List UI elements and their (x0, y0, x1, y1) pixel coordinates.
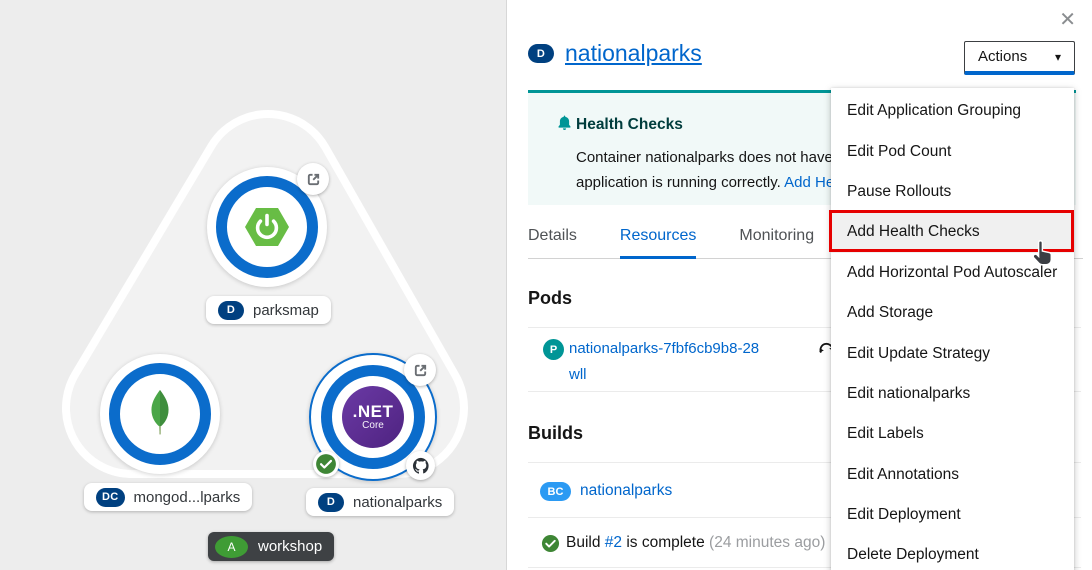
pod-badge: P (543, 339, 564, 360)
build-config-link[interactable]: nationalparks (580, 482, 672, 500)
success-check-icon (541, 534, 560, 553)
tab-details[interactable]: Details (528, 219, 577, 258)
caret-down-icon: ▾ (1055, 50, 1061, 64)
node-name: parksmap (253, 302, 319, 319)
node-name: nationalparks (353, 494, 442, 511)
pod-link[interactable]: nationalparks-7fbf6cb9b8-28wll (569, 336, 761, 388)
build-status-suffix: is complete (622, 534, 709, 551)
deployment-badge: D (318, 493, 344, 512)
pods-heading: Pods (528, 288, 572, 309)
success-check-icon (315, 453, 337, 475)
deployment-badge: D (528, 44, 554, 63)
resource-side-panel: ✕ D nationalparks Actions ▾ Health Check… (506, 0, 1092, 570)
tab-resources[interactable]: Resources (620, 219, 696, 259)
node-label-nationalparks[interactable]: D nationalparks (306, 488, 454, 516)
build-status-text: Build #2 is complete (24 minutes ago) (566, 534, 825, 552)
close-panel-button[interactable]: ✕ (1059, 7, 1076, 32)
build-config-badge: BC (540, 482, 571, 501)
node-mongodb[interactable] (100, 354, 220, 474)
alert-desc-line1: Container nationalparks does not have h (576, 149, 845, 166)
menu-item-edit-labels[interactable]: Edit Labels (831, 414, 1074, 454)
topology-screen: D parksmap DC mongod...lparks .NET (0, 0, 1092, 570)
resource-title-link[interactable]: nationalparks (565, 40, 702, 67)
node-nationalparks[interactable]: .NET Core (309, 353, 437, 481)
deployment-badge: D (218, 301, 244, 320)
deployment-config-badge: DC (96, 488, 125, 507)
node-label-mongodb[interactable]: DC mongod...lparks (84, 483, 252, 511)
builds-heading: Builds (528, 423, 583, 444)
menu-item-edit-nationalparks[interactable]: Edit nationalparks (831, 374, 1074, 414)
spring-boot-icon (243, 203, 291, 251)
menu-item-edit-pod-count[interactable]: Edit Pod Count (831, 131, 1074, 171)
actions-dropdown-button[interactable]: Actions ▾ (964, 41, 1075, 75)
menu-item-add-storage[interactable]: Add Storage (831, 293, 1074, 333)
build-success-decorator[interactable] (313, 451, 339, 477)
alert-desc-line2: application is running correctly. (576, 174, 784, 191)
menu-item-delete-deployment[interactable]: Delete Deployment (831, 535, 1074, 570)
panel-header: D nationalparks (528, 40, 702, 67)
build-status-prefix: Build (566, 534, 605, 551)
github-icon (412, 457, 430, 475)
alert-description: Container nationalparks does not have h … (576, 145, 845, 195)
node-name: mongod...lparks (134, 489, 241, 506)
cursor-hand-icon (1030, 239, 1058, 267)
bell-icon (555, 114, 574, 133)
actions-label: Actions (978, 48, 1027, 65)
node-parksmap[interactable] (207, 167, 327, 287)
actions-dropdown-menu: Edit Application Grouping Edit Pod Count… (831, 88, 1074, 570)
external-link-icon (306, 172, 321, 187)
menu-item-edit-annotations[interactable]: Edit Annotations (831, 455, 1074, 495)
application-name: workshop (258, 538, 322, 555)
application-badge: A (215, 536, 248, 558)
menu-item-edit-update-strategy[interactable]: Edit Update Strategy (831, 333, 1074, 373)
node-ring (109, 363, 211, 465)
external-link-icon (413, 363, 428, 378)
build-timestamp: (24 minutes ago) (709, 534, 825, 551)
mongodb-icon (137, 388, 183, 440)
menu-item-pause-rollouts[interactable]: Pause Rollouts (831, 172, 1074, 212)
open-url-decorator[interactable] (404, 354, 436, 386)
close-icon: ✕ (1059, 9, 1076, 31)
build-number-link[interactable]: #2 (605, 534, 622, 551)
open-url-decorator[interactable] (297, 163, 329, 195)
menu-item-edit-application-grouping[interactable]: Edit Application Grouping (831, 91, 1074, 131)
application-group-label[interactable]: A workshop (208, 532, 334, 561)
alert-title: Health Checks (576, 116, 683, 134)
menu-item-edit-deployment[interactable]: Edit Deployment (831, 495, 1074, 535)
dotnet-core-icon: .NET Core (342, 386, 404, 448)
tab-monitoring[interactable]: Monitoring (739, 219, 814, 258)
source-code-decorator[interactable] (406, 451, 435, 480)
topology-canvas[interactable]: D parksmap DC mongod...lparks .NET (0, 0, 507, 570)
node-label-parksmap[interactable]: D parksmap (206, 296, 331, 324)
